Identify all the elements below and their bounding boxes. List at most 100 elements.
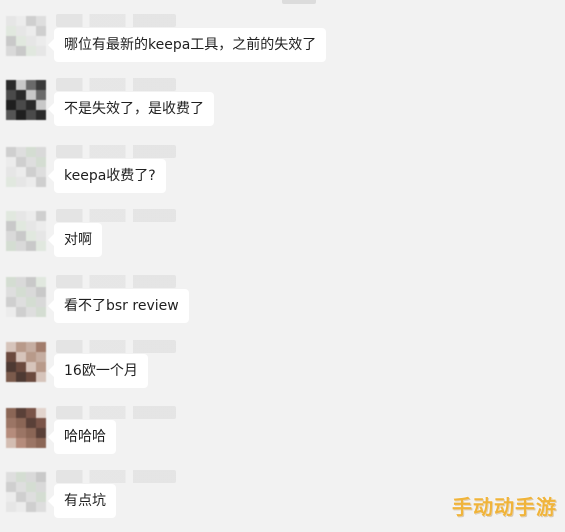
message-bubble[interactable]: 看不了bsr review bbox=[48, 289, 189, 323]
avatar-pixel bbox=[16, 342, 26, 352]
avatar-pixel bbox=[26, 147, 36, 157]
message-bubble[interactable]: 哈哈哈 bbox=[48, 420, 116, 454]
avatar-pixel bbox=[16, 26, 26, 36]
avatar-pixel bbox=[16, 221, 26, 231]
avatar-pixel bbox=[36, 46, 46, 56]
avatar-pixel bbox=[6, 492, 16, 502]
avatar-pixel bbox=[36, 16, 46, 26]
chat-message: 哪位有最新的keepa工具，之前的失效了 bbox=[6, 12, 546, 76]
avatar-pixel bbox=[16, 408, 26, 418]
avatar-pixel bbox=[26, 352, 36, 362]
avatar-pixel bbox=[16, 177, 26, 187]
avatar-pixel bbox=[16, 438, 26, 448]
avatar-pixel bbox=[26, 16, 36, 26]
avatar-pixel bbox=[26, 418, 36, 428]
chat-message: 不是失效了，是收费了 bbox=[6, 76, 546, 140]
avatar-pixel bbox=[26, 177, 36, 187]
avatar-pixel bbox=[6, 372, 16, 382]
avatar-pixel bbox=[16, 167, 26, 177]
sender-name-blurred bbox=[56, 275, 176, 288]
avatar-pixel bbox=[26, 428, 36, 438]
sender-name-blurred bbox=[56, 340, 176, 353]
avatar-pixel bbox=[36, 26, 46, 36]
avatar-pixel bbox=[36, 110, 46, 120]
avatar-pixel bbox=[36, 221, 46, 231]
avatar-pixel bbox=[6, 231, 16, 241]
avatar-pixel bbox=[16, 287, 26, 297]
avatar-pixel bbox=[26, 36, 36, 46]
avatar-pixel bbox=[26, 211, 36, 221]
avatar-pixel bbox=[36, 372, 46, 382]
chat-message: 16欧一个月 bbox=[6, 338, 546, 402]
avatar-pixel bbox=[36, 297, 46, 307]
avatar-pixel bbox=[16, 482, 26, 492]
avatar-pixel bbox=[36, 428, 46, 438]
avatar[interactable] bbox=[6, 147, 46, 187]
avatar-pixel bbox=[16, 16, 26, 26]
avatar-pixel bbox=[16, 80, 26, 90]
avatar-pixel bbox=[6, 418, 16, 428]
sender-name-blurred bbox=[56, 14, 176, 27]
avatar-pixel bbox=[6, 221, 16, 231]
avatar-pixel bbox=[6, 241, 16, 251]
message-bubble[interactable]: keepa收费了? bbox=[48, 159, 166, 193]
avatar-pixel bbox=[6, 428, 16, 438]
sender-name-blurred bbox=[56, 209, 176, 222]
avatar-pixel bbox=[26, 472, 36, 482]
avatar[interactable] bbox=[6, 16, 46, 56]
avatar-pixel bbox=[6, 177, 16, 187]
chat-message: 看不了bsr review bbox=[6, 273, 546, 337]
avatar[interactable] bbox=[6, 211, 46, 251]
sender-name-blurred bbox=[56, 78, 176, 91]
avatar[interactable] bbox=[6, 80, 46, 120]
message-bubble[interactable]: 有点坑 bbox=[48, 484, 116, 518]
avatar-pixel bbox=[26, 110, 36, 120]
avatar-pixel bbox=[6, 90, 16, 100]
avatar-pixel bbox=[36, 147, 46, 157]
avatar-pixel bbox=[36, 352, 46, 362]
message-bubble[interactable]: 16欧一个月 bbox=[48, 354, 148, 388]
avatar-pixel bbox=[36, 100, 46, 110]
avatar-pixel bbox=[6, 482, 16, 492]
avatar-pixel bbox=[26, 502, 36, 512]
avatar-pixel bbox=[16, 231, 26, 241]
avatar-pixel bbox=[36, 177, 46, 187]
avatar[interactable] bbox=[6, 342, 46, 382]
avatar-pixel bbox=[26, 80, 36, 90]
avatar[interactable] bbox=[6, 408, 46, 448]
avatar-pixel bbox=[6, 352, 16, 362]
message-bubble[interactable]: 对啊 bbox=[48, 223, 102, 257]
avatar-pixel bbox=[36, 438, 46, 448]
sender-name-blurred bbox=[56, 406, 176, 419]
avatar-pixel bbox=[16, 297, 26, 307]
avatar-pixel bbox=[26, 342, 36, 352]
avatar[interactable] bbox=[6, 277, 46, 317]
avatar-pixel bbox=[26, 297, 36, 307]
avatar-pixel bbox=[6, 287, 16, 297]
message-bubble[interactable]: 哪位有最新的keepa工具，之前的失效了 bbox=[47, 28, 327, 62]
avatar-pixel bbox=[16, 502, 26, 512]
avatar-pixel bbox=[36, 36, 46, 46]
avatar-pixel bbox=[36, 80, 46, 90]
avatar-pixel bbox=[16, 492, 26, 502]
message-bubble[interactable]: 不是失效了，是收费了 bbox=[48, 92, 214, 126]
avatar-pixel bbox=[36, 211, 46, 221]
avatar-pixel bbox=[36, 482, 46, 492]
avatar-pixel bbox=[26, 438, 36, 448]
sender-name-blurred bbox=[56, 145, 176, 158]
avatar-pixel bbox=[6, 110, 16, 120]
avatar[interactable] bbox=[6, 472, 46, 512]
watermark-logo: 手动动手游 bbox=[452, 495, 557, 519]
avatar-pixel bbox=[16, 157, 26, 167]
avatar-pixel bbox=[36, 167, 46, 177]
avatar-pixel bbox=[6, 362, 16, 372]
avatar-pixel bbox=[36, 472, 46, 482]
avatar-pixel bbox=[6, 438, 16, 448]
avatar-pixel bbox=[36, 307, 46, 317]
avatar-pixel bbox=[26, 46, 36, 56]
avatar-pixel bbox=[26, 100, 36, 110]
avatar-pixel bbox=[26, 26, 36, 36]
avatar-pixel bbox=[26, 307, 36, 317]
avatar-pixel bbox=[36, 241, 46, 251]
avatar-pixel bbox=[16, 100, 26, 110]
